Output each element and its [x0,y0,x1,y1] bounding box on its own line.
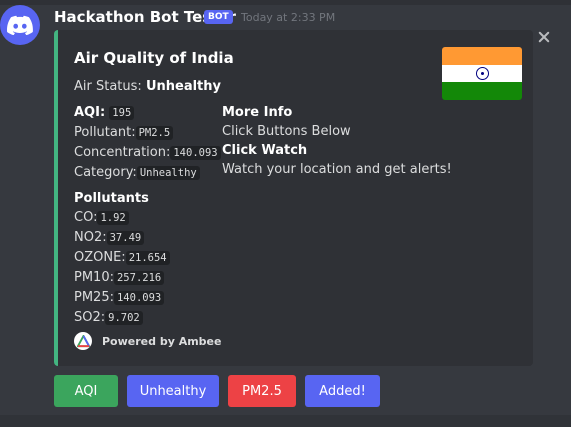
more-info-field: More Info Click Buttons Below Click Watc… [222,103,452,179]
previous-message-strip [0,0,571,5]
pollutants-title: Pollutants [74,191,149,206]
more-info-title: More Info [222,105,293,120]
pollutant-item-label: CO: [74,210,98,225]
discord-logo-icon[interactable] [0,5,40,45]
pollutant-item: SO2: 9.702 [74,308,170,328]
message-timestamp: Today at 2:33 PM [241,11,336,24]
ambee-logo-icon [74,332,92,350]
more-info-line: Click Buttons Below [222,124,351,139]
concentration-value: 140.093 [170,146,221,160]
aqi-value: 195 [109,106,135,120]
pollutant-item-value: 37.49 [106,231,145,245]
pollutant-item: PM25: 140.093 [74,288,170,308]
pollutant-line: Pollutant: PM2.5 [74,123,221,143]
ambee-logo-glyph [76,334,90,347]
pm25-button[interactable]: PM2.5 [228,375,296,407]
ashoka-chakra-icon [476,67,489,80]
pollutant-item-value: 257.216 [113,271,165,285]
concentration-label: Concentration: [74,145,171,160]
bot-tag-badge: BOT [204,10,233,24]
pollutant-item-value: 21.654 [125,251,170,265]
embed-footer: Powered by Ambee [74,332,221,350]
click-watch-line: Watch your location and get alerts! [222,162,452,177]
pollutant-item-value: 140.093 [113,291,165,305]
pollutant-item: OZONE: 21.654 [74,248,170,268]
pollutant-item-label: NO2: [74,230,107,245]
air-status: Air Status: Unhealthy [74,79,221,94]
pollutant-value: PM2.5 [135,126,174,140]
pollutant-label: Pollutant: [74,125,136,140]
flag-saffron-band [442,47,522,65]
aqi-field: AQI: 195 Pollutant: PM2.5 Concentration: 1… [74,103,221,183]
aqi-label: AQI: [74,105,106,120]
embed-title: Air Quality of India [74,49,234,67]
pollutant-item-label: PM10: [74,270,114,285]
aqi-heading: AQI: 195 [74,103,221,123]
category-label: Category: [74,165,137,180]
pollutant-item: CO: 1.92 [74,208,170,228]
pollutant-item-label: SO2: [74,310,106,325]
pollutant-item: PM10: 257.216 [74,268,170,288]
pollutant-item-label: OZONE: [74,250,126,265]
close-icon[interactable] [536,29,552,45]
concentration-line: Concentration: 140.093 [74,143,221,163]
unhealthy-button[interactable]: Unhealthy [127,375,219,407]
category-value: Unhealthy [136,166,200,180]
added-button[interactable]: Added! [305,375,380,407]
discord-logo-glyph [7,15,33,35]
click-watch-title: Click Watch [222,143,308,158]
aqi-button[interactable]: AQI [54,375,118,407]
next-message-strip [0,415,571,427]
flag-green-band [442,82,522,100]
pollutant-item-value: 9.702 [105,311,143,325]
category-line: Category: Unhealthy [74,163,221,183]
pollutant-item-label: PM25: [74,290,114,305]
india-flag-thumbnail[interactable] [442,47,522,100]
air-status-label: Air Status: [74,79,142,94]
pollutant-item: NO2: 37.49 [74,228,170,248]
footer-text: Powered by Ambee [102,334,222,348]
embed-card: Air Quality of India Air Status: Unhealt… [54,30,533,366]
pollutant-item-value: 1.92 [97,211,129,225]
pollutants-field: Pollutants CO: 1.92 NO2: 37.49 OZONE: 21.65… [74,189,170,328]
air-status-value: Unhealthy [145,79,221,94]
